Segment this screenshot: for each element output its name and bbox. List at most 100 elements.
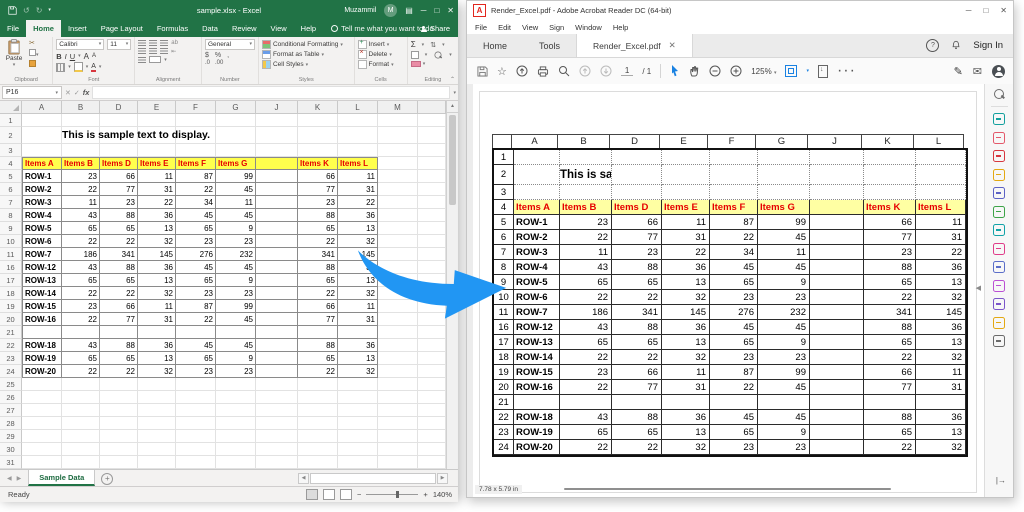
cell-D7[interactable]: 23 (100, 196, 138, 209)
cell-K8[interactable]: 88 (298, 209, 338, 222)
delete-cells-button[interactable]: Delete▾ (358, 50, 404, 59)
close-button[interactable]: ✕ (1000, 6, 1007, 15)
cell-J4[interactable] (256, 157, 298, 170)
page-layout-view-icon[interactable] (323, 489, 335, 500)
collapse-panel-icon[interactable]: ◀ (976, 284, 981, 292)
cell-L8[interactable]: 36 (338, 209, 378, 222)
cell-F17[interactable]: 65 (176, 274, 216, 287)
cell-J24[interactable] (256, 365, 298, 378)
cell-E16[interactable]: 36 (138, 261, 176, 274)
cell-F4[interactable]: Items F (176, 157, 216, 170)
comment-icon[interactable] (993, 169, 1005, 181)
column-header-K[interactable]: K (298, 101, 338, 114)
cell-L2[interactable] (338, 127, 378, 144)
row-header-2[interactable]: 2 (0, 127, 22, 144)
request-signatures-icon[interactable] (993, 317, 1005, 329)
cell-J16[interactable] (256, 261, 298, 274)
cell-J17[interactable] (256, 274, 298, 287)
cell-F29[interactable] (176, 430, 216, 443)
close-button[interactable]: ✕ (447, 6, 454, 15)
cell-M21[interactable] (378, 326, 418, 339)
cell-M31[interactable] (378, 456, 418, 469)
menu-window[interactable]: Window (575, 23, 602, 32)
bold-button[interactable]: B (56, 52, 61, 61)
cell-D1[interactable] (100, 114, 138, 127)
sheet-tab-sample-data[interactable]: Sample Data (28, 470, 95, 486)
cell-F24[interactable]: 23 (176, 365, 216, 378)
cell-M8[interactable] (378, 209, 418, 222)
cell-M5[interactable] (378, 170, 418, 183)
cell-M2[interactable] (378, 127, 418, 144)
cell-F20[interactable]: 22 (176, 313, 216, 326)
underline-button[interactable]: U (70, 52, 75, 61)
cell-B5[interactable]: 23 (62, 170, 100, 183)
cell-A9[interactable]: ROW-5 (22, 222, 62, 235)
cell-L27[interactable] (338, 404, 378, 417)
cell-B20[interactable]: 22 (62, 313, 100, 326)
cell-A21[interactable] (22, 326, 62, 339)
cell-B30[interactable] (62, 443, 100, 456)
percent-format-button[interactable]: % (215, 52, 221, 59)
cell-A23[interactable]: ROW-19 (22, 352, 62, 365)
cell-G23[interactable]: 9 (216, 352, 256, 365)
cell-G7[interactable]: 11 (216, 196, 256, 209)
indent-icon[interactable]: ⇤ (171, 48, 176, 55)
cell-K7[interactable]: 23 (298, 196, 338, 209)
cell-J25[interactable] (256, 378, 298, 391)
row-header-16[interactable]: 16 (0, 261, 22, 274)
help-icon[interactable]: ? (926, 39, 939, 52)
row-header-1[interactable]: 1 (0, 114, 22, 127)
new-sheet-icon[interactable]: + (101, 473, 113, 485)
cell-K27[interactable] (298, 404, 338, 417)
cell-D9[interactable]: 65 (100, 222, 138, 235)
page-break-view-icon[interactable] (340, 489, 352, 500)
wrap-text-icon[interactable] (138, 57, 146, 63)
align-center-icon[interactable] (149, 48, 157, 54)
cell-J9[interactable] (256, 222, 298, 235)
cell-D26[interactable] (100, 391, 138, 404)
cell-M30[interactable] (378, 443, 418, 456)
cell-A7[interactable]: ROW-3 (22, 196, 62, 209)
cell-B19[interactable]: 23 (62, 300, 100, 313)
cell-B9[interactable]: 65 (62, 222, 100, 235)
sort-filter-icon[interactable]: ⇅ (430, 41, 436, 49)
cancel-icon[interactable]: ✕ (65, 89, 71, 97)
shrink-font-button[interactable]: A (92, 53, 96, 59)
page-scrolling-icon[interactable] (818, 65, 828, 78)
cell-A25[interactable] (22, 378, 62, 391)
cell-M29[interactable] (378, 430, 418, 443)
enter-icon[interactable]: ✓ (74, 89, 80, 97)
cell-A26[interactable] (22, 391, 62, 404)
sheet-next-icon[interactable]: ▶ (17, 475, 22, 482)
fit-page-icon[interactable] (785, 65, 797, 77)
sign-in-button[interactable]: Sign In (973, 40, 1003, 51)
cell-M4[interactable] (378, 157, 418, 170)
grow-font-button[interactable]: A (84, 52, 89, 61)
decrease-decimal-button[interactable]: .00 (215, 60, 223, 66)
tab-help[interactable]: Help (294, 20, 323, 37)
minimize-button[interactable]: ─ (966, 6, 972, 15)
cell-E11[interactable]: 145 (138, 248, 176, 261)
search-icon[interactable] (994, 89, 1004, 99)
cell-G5[interactable]: 99 (216, 170, 256, 183)
cell-A5[interactable]: ROW-1 (22, 170, 62, 183)
convert-pdf-icon[interactable] (993, 280, 1005, 292)
cell-K17[interactable]: 65 (298, 274, 338, 287)
cell-D23[interactable]: 65 (100, 352, 138, 365)
hand-tool-icon[interactable] (689, 65, 700, 77)
cell-D24[interactable]: 22 (100, 365, 138, 378)
cell-E10[interactable]: 32 (138, 235, 176, 248)
cell-M24[interactable] (378, 365, 418, 378)
clear-button[interactable] (411, 61, 421, 67)
cell-A1[interactable] (22, 114, 62, 127)
cell-B1[interactable] (62, 114, 100, 127)
cell-F5[interactable]: 87 (176, 170, 216, 183)
cell-D22[interactable]: 88 (100, 339, 138, 352)
cell-G16[interactable]: 45 (216, 261, 256, 274)
row-header-29[interactable]: 29 (0, 430, 22, 443)
maximize-button[interactable]: □ (434, 6, 439, 15)
cell-D3[interactable] (100, 144, 138, 157)
cell-L25[interactable] (338, 378, 378, 391)
orientation-icon[interactable]: ab (171, 40, 178, 46)
tab-tools[interactable]: Tools (523, 34, 576, 57)
